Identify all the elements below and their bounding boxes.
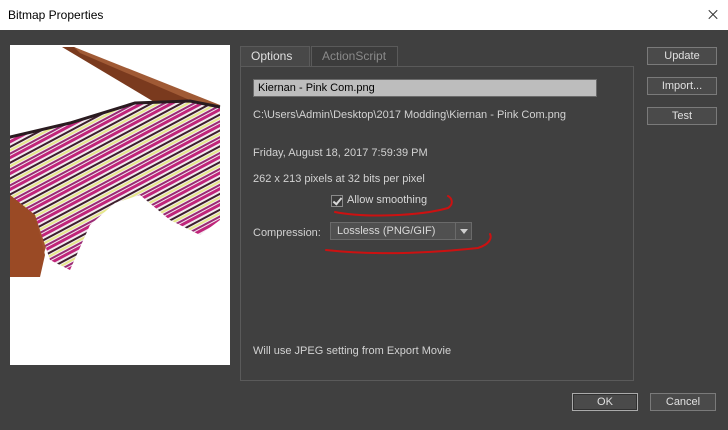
bitmap-preview — [10, 45, 230, 365]
compression-select[interactable]: Lossless (PNG/GIF) — [330, 222, 472, 240]
options-panel: Kiernan - Pink Com.png C:\Users\Admin\De… — [240, 66, 634, 381]
test-button[interactable]: Test — [647, 107, 717, 125]
allow-smoothing-label[interactable]: Allow smoothing — [347, 194, 427, 206]
ok-button[interactable]: OK — [572, 393, 638, 411]
update-button[interactable]: Update — [647, 47, 717, 65]
file-date: Friday, August 18, 2017 7:59:39 PM — [253, 147, 428, 159]
tab-actionscript[interactable]: ActionScript — [311, 46, 398, 66]
footer-note: Will use JPEG setting from Export Movie — [253, 345, 452, 357]
import-button[interactable]: Import... — [647, 77, 717, 95]
image-dimensions: 262 x 213 pixels at 32 bits per pixel — [253, 173, 425, 185]
window-title: Bitmap Properties — [8, 8, 104, 22]
close-icon[interactable] — [698, 0, 728, 30]
tab-options[interactable]: Options — [240, 46, 310, 66]
high-heel-shoe-image — [10, 47, 221, 277]
file-path: C:\Users\Admin\Desktop\2017 Modding\Kier… — [253, 109, 567, 121]
compression-value: Lossless (PNG/GIF) — [337, 225, 436, 237]
dialog-body: Options ActionScript Kiernan - Pink Com.… — [0, 30, 728, 430]
title-bar: Bitmap Properties — [0, 0, 728, 30]
allow-smoothing-checkbox[interactable] — [331, 195, 343, 207]
compression-label: Compression: — [253, 227, 321, 239]
chevron-down-icon[interactable] — [455, 223, 471, 239]
cancel-button[interactable]: Cancel — [650, 393, 716, 411]
bitmap-name-field[interactable]: Kiernan - Pink Com.png — [253, 79, 597, 97]
